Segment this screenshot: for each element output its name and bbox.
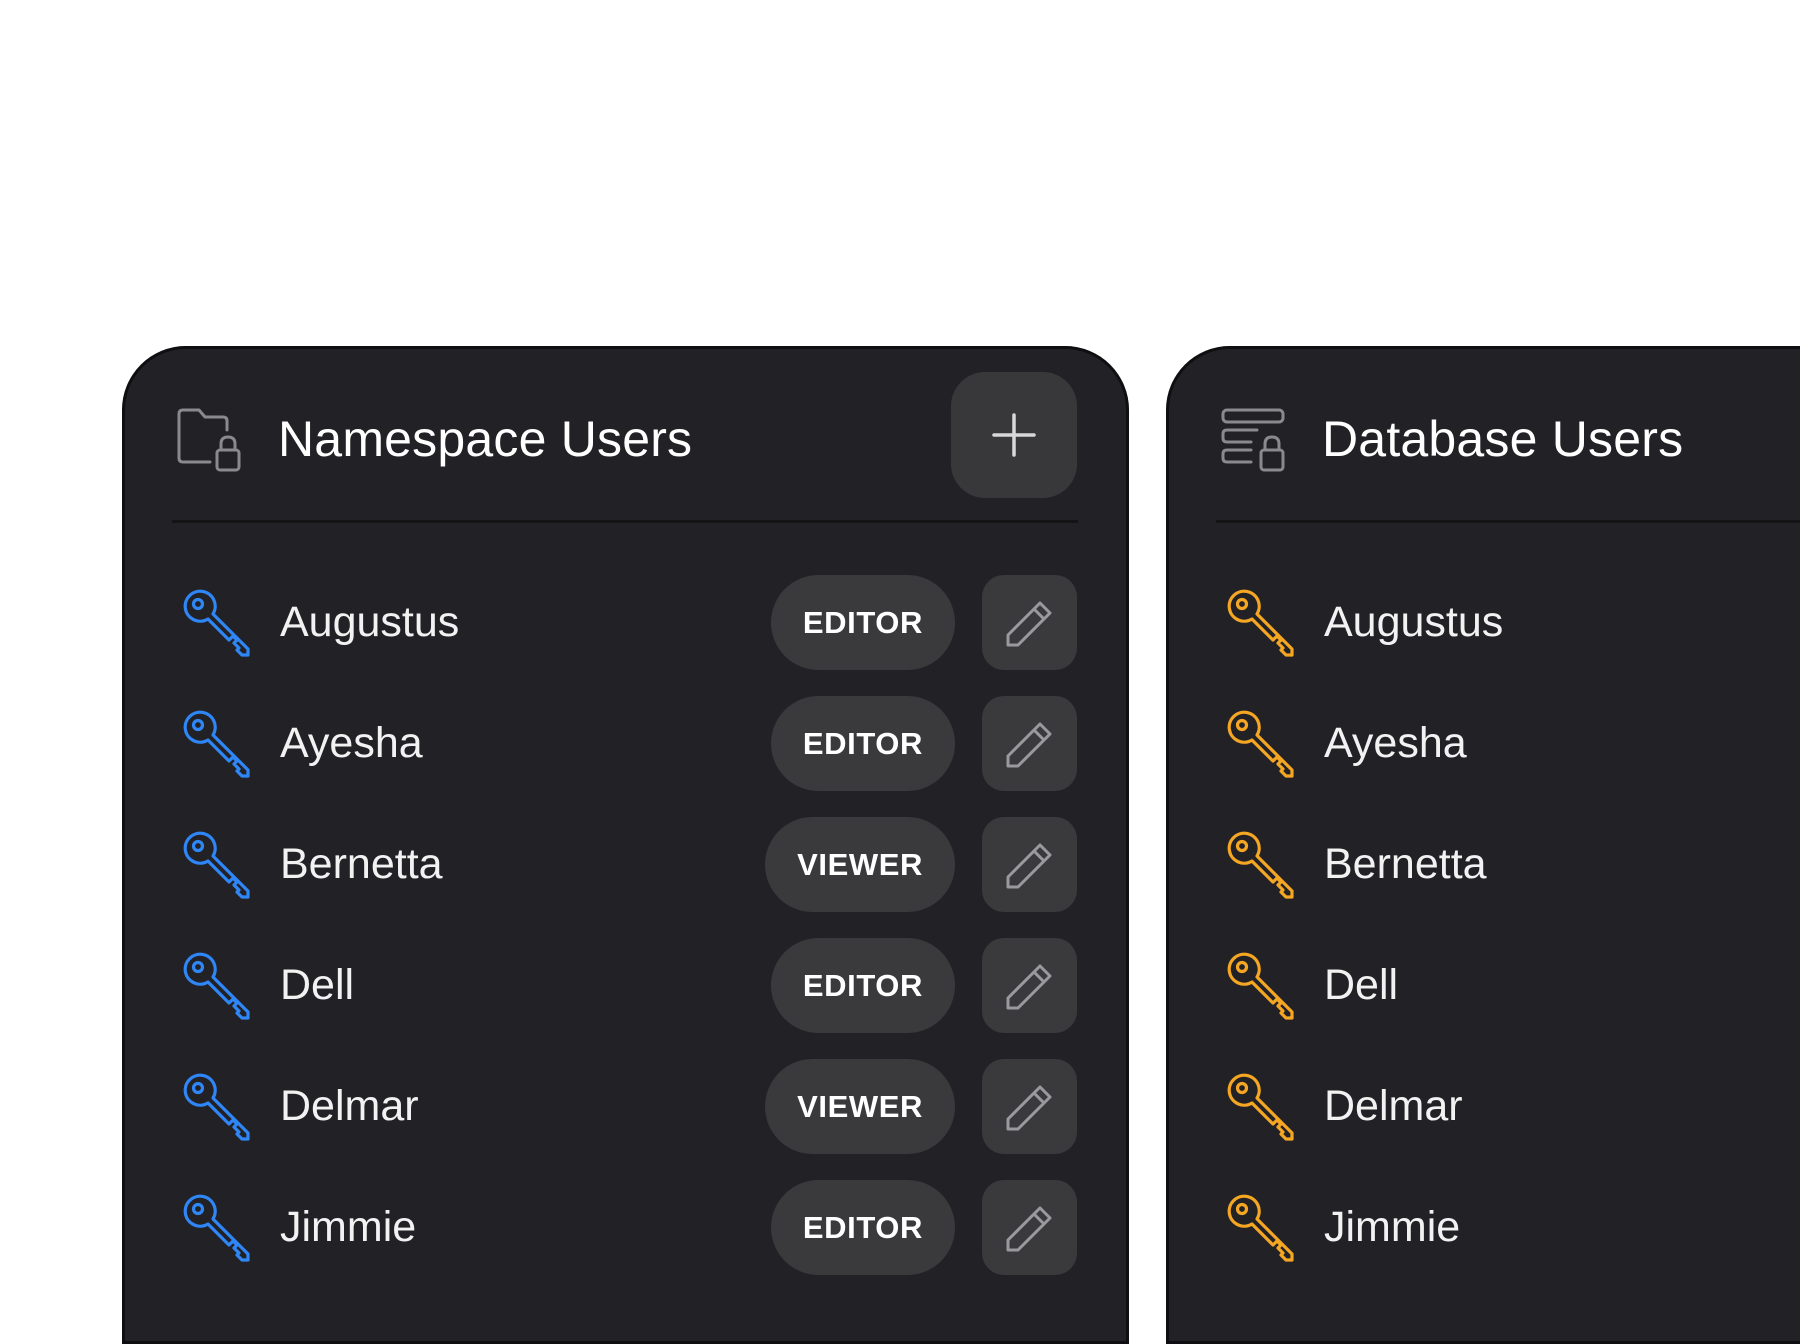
namespace-users-panel: Namespace Users Augustus EDITOR Ayesha EDIT… <box>122 346 1129 1344</box>
list-item: Jimmie EDITOR <box>122 1178 1129 1299</box>
role-badge[interactable]: VIEWER <box>765 817 955 912</box>
database-lock-icon <box>1221 408 1285 472</box>
edit-button[interactable] <box>982 696 1077 791</box>
pencil-icon <box>1006 964 1051 1009</box>
list-item: Bernetta VIEWER <box>122 815 1129 936</box>
key-icon <box>1227 1073 1294 1141</box>
key-icon <box>183 1194 250 1262</box>
role-badge[interactable]: EDITOR <box>770 1180 955 1275</box>
role-badge[interactable]: EDITOR <box>770 696 955 791</box>
edit-button[interactable] <box>982 1059 1077 1154</box>
edit-button[interactable] <box>982 938 1077 1033</box>
plus-icon <box>992 413 1036 457</box>
header-divider <box>1216 520 1800 523</box>
header-divider <box>172 520 1078 523</box>
list-item: Augustus EDITOR <box>122 573 1129 694</box>
key-icon <box>1227 831 1294 899</box>
user-name: Delmar <box>280 1082 419 1130</box>
user-name: Ayesha <box>1324 719 1467 767</box>
user-name: Delmar <box>1324 1082 1463 1130</box>
list-item: Ayesha EDITOR <box>122 694 1129 815</box>
edit-button[interactable] <box>982 575 1077 670</box>
key-icon <box>1227 710 1294 778</box>
pencil-icon <box>1006 1206 1051 1251</box>
user-name: Augustus <box>1324 598 1504 646</box>
user-name: Dell <box>1324 961 1399 1009</box>
database-user-list: Augustus Ayesha Bernetta Dell Delmar Jimmie <box>1166 573 1800 1299</box>
database-users-panel: Database Users Augustus Ayesha Bernetta Del… <box>1166 346 1800 1344</box>
list-item: Ayesha <box>1166 694 1800 815</box>
panel-title: Namespace Users <box>278 411 693 467</box>
key-icon <box>1227 589 1294 657</box>
role-badge[interactable]: VIEWER <box>765 1059 955 1154</box>
pencil-icon <box>1006 1085 1051 1130</box>
role-badge[interactable]: EDITOR <box>770 938 955 1033</box>
pencil-icon <box>1006 601 1051 646</box>
edit-button[interactable] <box>982 817 1077 912</box>
user-name: Jimmie <box>280 1203 417 1251</box>
role-badge[interactable]: EDITOR <box>770 575 955 670</box>
pencil-icon <box>1006 843 1051 888</box>
list-item: Bernetta <box>1166 815 1800 936</box>
key-icon <box>183 1073 250 1141</box>
add-user-button[interactable] <box>951 372 1077 498</box>
user-name: Ayesha <box>280 719 423 767</box>
list-item: Delmar <box>1166 1057 1800 1178</box>
list-item: Dell EDITOR <box>122 936 1129 1057</box>
user-name: Jimmie <box>1324 1203 1461 1251</box>
user-name: Dell <box>280 961 355 1009</box>
list-item: Jimmie <box>1166 1178 1800 1299</box>
key-icon <box>183 710 250 778</box>
user-name: Bernetta <box>280 840 443 888</box>
list-item: Dell <box>1166 936 1800 1057</box>
key-icon <box>1227 1194 1294 1262</box>
key-icon <box>183 589 250 657</box>
namespace-user-list: Augustus EDITOR Ayesha EDITOR Bernetta VIEWER… <box>122 573 1129 1299</box>
key-icon <box>1227 952 1294 1020</box>
pencil-icon <box>1006 722 1051 767</box>
list-item: Augustus <box>1166 573 1800 694</box>
key-icon <box>183 952 250 1020</box>
edit-button[interactable] <box>982 1180 1077 1275</box>
panel-title: Database Users <box>1322 411 1684 467</box>
key-icon <box>183 831 250 899</box>
user-name: Augustus <box>280 598 460 646</box>
list-item: Delmar VIEWER <box>122 1057 1129 1178</box>
user-name: Bernetta <box>1324 840 1487 888</box>
folder-lock-icon <box>177 408 241 472</box>
